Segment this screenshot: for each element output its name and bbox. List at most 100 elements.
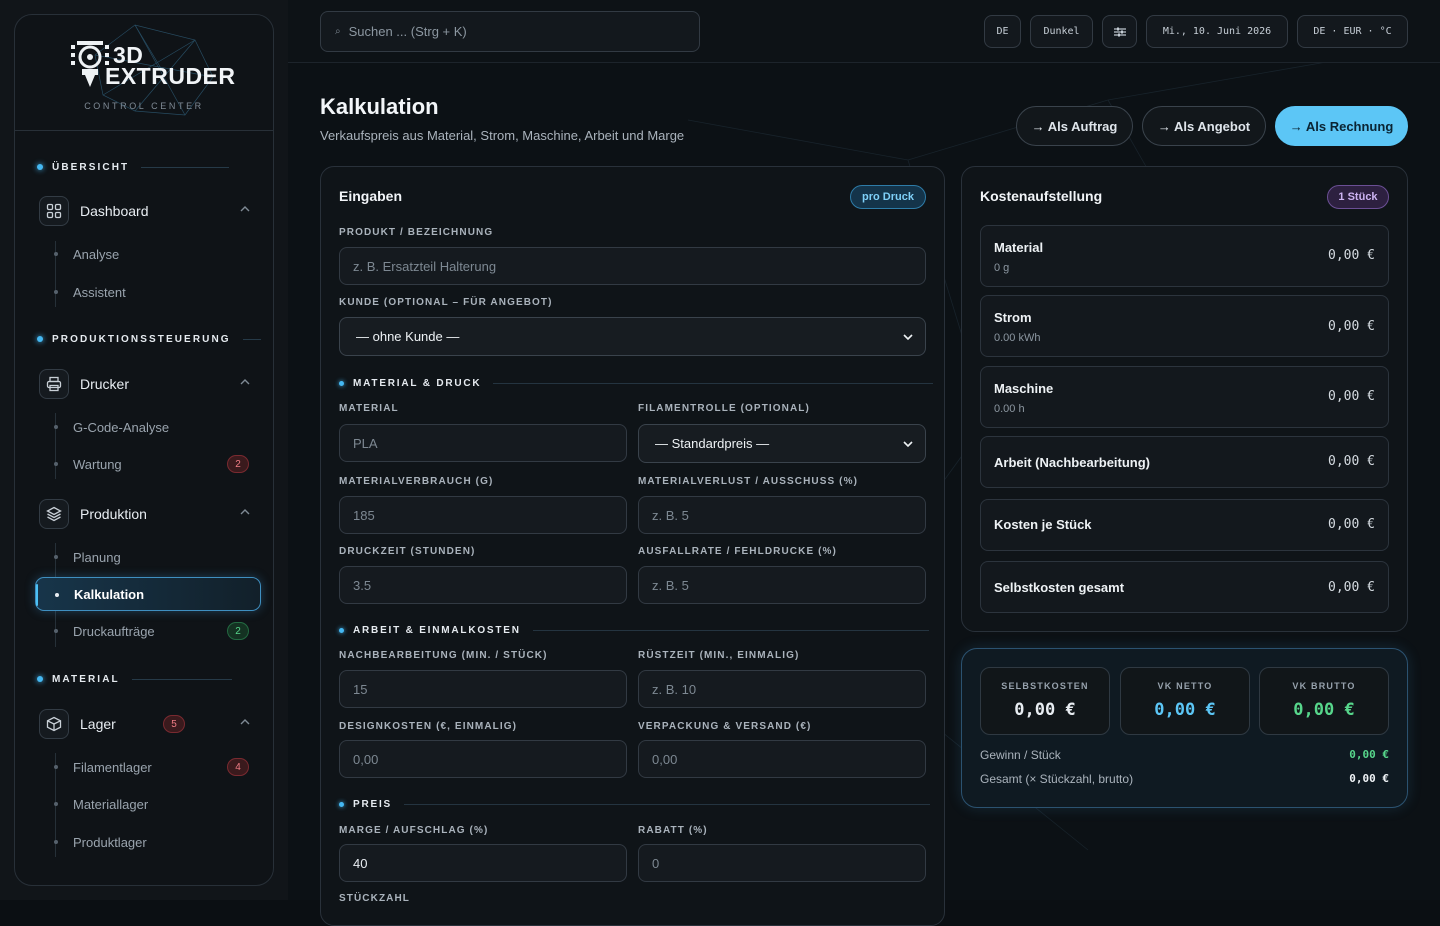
profit-row: Gewinn / Stück 0,00 €: [980, 748, 1389, 762]
pack-input[interactable]: 0,00: [638, 740, 926, 778]
cost-row-maschine: Maschine 0.00 h 0,00 €: [980, 366, 1389, 428]
cost-value: 0,00 €: [1328, 517, 1375, 532]
nav-group-label: Dashboard: [80, 203, 149, 219]
kpi-value: 0,00 €: [1154, 700, 1216, 720]
fail-input[interactable]: z. B. 5: [638, 566, 926, 604]
chevron-up-icon[interactable]: [239, 376, 251, 388]
sidebar-item-label: Materiallager: [73, 796, 149, 812]
sidebar-item-kalkulation[interactable]: Kalkulation: [35, 577, 261, 611]
material-input[interactable]: PLA: [339, 424, 627, 462]
sidebar-item-label: G-Code-Analyse: [73, 419, 170, 435]
usage-input[interactable]: 185: [339, 496, 627, 534]
discount-input[interactable]: 0: [638, 844, 926, 882]
sidebar-item-materiallager[interactable]: Materiallager: [35, 787, 261, 821]
loss-label: MATERIALVERLUST / AUSSCHUSS (%): [638, 476, 859, 487]
usage-label: MATERIALVERBRAUCH (G): [339, 476, 494, 487]
chevron-up-icon[interactable]: [239, 716, 251, 728]
cost-value: 0,00 €: [1328, 248, 1375, 263]
sidebar-item-druckauftraege[interactable]: Druckaufträge 2: [35, 614, 261, 648]
summary-panel: SELBSTKOSTEN 0,00 € VK NETTO 0,00 € VK B…: [961, 648, 1408, 808]
cost-row-kosten-je-stueck: Kosten je Stück 0,00 €: [980, 499, 1389, 551]
chevron-up-icon[interactable]: [239, 506, 251, 518]
kpi-value: 0,00 €: [1014, 700, 1076, 720]
sidebar-item-planung[interactable]: Planung: [35, 540, 261, 574]
nav-group-lager[interactable]: Lager 5: [39, 707, 251, 741]
total-row: Gesamt (× Stückzahl, brutto) 0,00 €: [980, 772, 1389, 786]
inputs-panel: Eingaben pro Druck PRODUKT / BEZEICHNUNG…: [320, 166, 945, 926]
design-label: DESIGNKOSTEN (€, EINMALIG): [339, 721, 518, 732]
sidebar-item-label: Kalkulation: [74, 586, 145, 602]
profit-value: 0,00 €: [1349, 748, 1389, 761]
setup-input[interactable]: z. B. 10: [638, 670, 926, 708]
brand-line2: EXTRUDER: [105, 63, 236, 89]
page-subtitle: Verkaufspreis aus Material, Strom, Masch…: [320, 128, 685, 143]
search-input[interactable]: ⌕ Suchen ... (Strg + K): [320, 11, 700, 52]
section-label: MATERIAL: [52, 673, 120, 685]
loss-input[interactable]: z. B. 5: [638, 496, 926, 534]
sidebar-item-analyse[interactable]: Analyse: [35, 237, 261, 271]
margin-input[interactable]: 40: [339, 844, 627, 882]
post-input[interactable]: 15: [339, 670, 627, 708]
count-badge: 2: [227, 622, 249, 640]
cost-label: Selbstkosten gesamt: [994, 580, 1125, 595]
sidebar-item-gcode-analyse[interactable]: G-Code-Analyse: [35, 410, 261, 444]
nav-group-dashboard[interactable]: Dashboard: [39, 194, 251, 228]
dashboard-icon: [39, 196, 69, 226]
costs-panel: Kostenaufstellung 1 Stück Material 0 g 0…: [961, 166, 1408, 632]
cost-label: Kosten je Stück: [994, 517, 1092, 532]
section-label: MATERIAL & DRUCK: [353, 377, 482, 389]
nav-group-produktion[interactable]: Produktion: [39, 497, 251, 531]
sliders-button[interactable]: [1102, 15, 1137, 48]
sidebar-item-filamentlager[interactable]: Filamentlager 4: [35, 750, 261, 784]
nav-group-label: Lager: [80, 716, 116, 732]
design-input[interactable]: 0,00: [339, 740, 627, 778]
as-invoice-button[interactable]: → Als Rechnung: [1275, 106, 1408, 146]
fail-label: AUSFALLRATE / FEHLDRUCKE (%): [638, 546, 837, 557]
customer-select[interactable]: — ohne Kunde —: [339, 317, 926, 356]
material-label: MATERIAL: [339, 403, 399, 414]
as-order-button[interactable]: → Als Auftrag: [1016, 106, 1133, 146]
count-badge: 5: [163, 715, 185, 733]
language-button[interactable]: DE: [984, 15, 1021, 48]
kpi-label: VK NETTO: [1157, 681, 1213, 691]
date-display[interactable]: Mi., 10. Juni 2026: [1146, 15, 1288, 48]
theme-button[interactable]: Dunkel: [1030, 15, 1093, 48]
printer-icon: [39, 369, 69, 399]
cost-row-material: Material 0 g 0,00 €: [980, 225, 1389, 287]
sidebar-item-label: Analyse: [73, 246, 120, 262]
layers-icon: [39, 499, 69, 529]
setup-label: RÜSTZEIT (MIN., EINMALIG): [638, 650, 800, 661]
kpi-selbstkosten: SELBSTKOSTEN 0,00 €: [980, 667, 1110, 735]
sidebar-item-produktlager[interactable]: Produktlager: [35, 825, 261, 859]
cost-value: 0,00 €: [1328, 580, 1375, 595]
kpi-vk-brutto: VK BRUTTO 0,00 €: [1259, 667, 1389, 735]
sidebar-item-wartung[interactable]: Wartung 2: [35, 447, 261, 481]
section-uebersicht: ÜBERSICHT: [37, 160, 230, 174]
section-label: PREIS: [353, 798, 393, 810]
cost-value: 0,00 €: [1328, 319, 1375, 334]
locale-button[interactable]: DE · EUR · °C: [1297, 15, 1408, 48]
spool-select[interactable]: — Standardpreis —: [638, 424, 926, 463]
cost-value: 0,00 €: [1328, 389, 1375, 404]
nav-group-drucker[interactable]: Drucker: [39, 367, 251, 401]
cost-label: Arbeit (Nachbearbeitung): [994, 455, 1151, 470]
quantity-label: STÜCKZAHL: [339, 893, 411, 904]
top-bar: ⌕ Suchen ... (Strg + K) DE Dunkel Mi., 1…: [288, 0, 1440, 63]
search-icon: ⌕: [335, 26, 341, 37]
cost-row-selbstkosten: Selbstkosten gesamt 0,00 €: [980, 561, 1389, 613]
sidebar-item-label: Produktlager: [73, 834, 147, 850]
sidebar: 3D EXTRUDER CONTROL CENTER ÜBERSICHT Das…: [0, 0, 288, 900]
total-value: 0,00 €: [1349, 772, 1389, 785]
panel-title: Eingaben: [339, 188, 403, 204]
sidebar-item-label: Assistent: [73, 284, 126, 300]
as-quote-button[interactable]: → Als Angebot: [1142, 106, 1266, 146]
time-input[interactable]: 3.5: [339, 566, 627, 604]
sidebar-item-assistent[interactable]: Assistent: [35, 275, 261, 309]
brand-logo[interactable]: 3D EXTRUDER CONTROL CENTER: [15, 15, 273, 131]
chevron-up-icon[interactable]: [239, 203, 251, 215]
discount-label: RABATT (%): [638, 825, 708, 836]
page-title: Kalkulation: [320, 94, 439, 119]
product-input[interactable]: z. B. Ersatzteil Halterung: [339, 247, 926, 285]
kpi-label: SELBSTKOSTEN: [1001, 681, 1089, 691]
count-badge: 4: [227, 758, 249, 776]
